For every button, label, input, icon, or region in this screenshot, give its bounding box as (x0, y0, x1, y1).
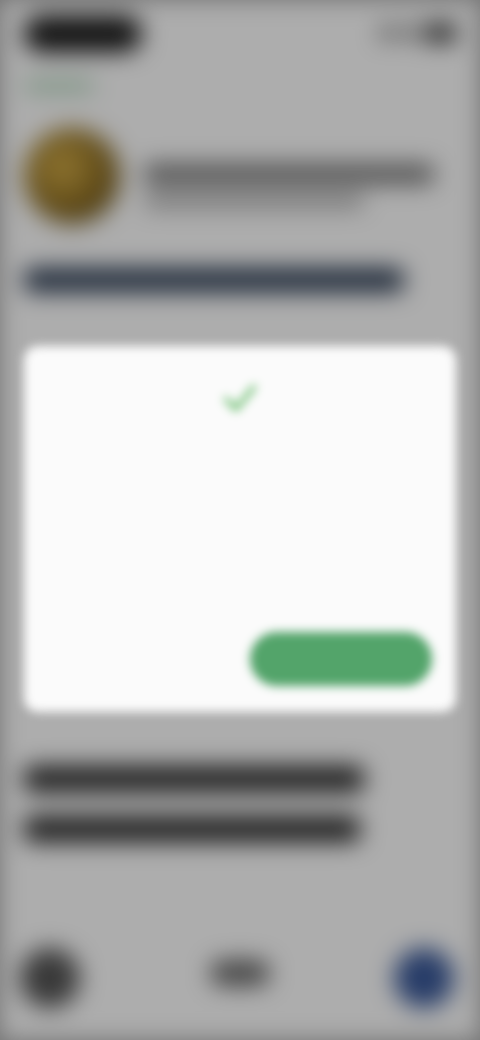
dialog-secondary-button[interactable] (64, 632, 204, 686)
check-icon (224, 385, 256, 411)
confirmation-dialog (24, 346, 456, 712)
dialog-primary-button[interactable] (250, 632, 432, 686)
